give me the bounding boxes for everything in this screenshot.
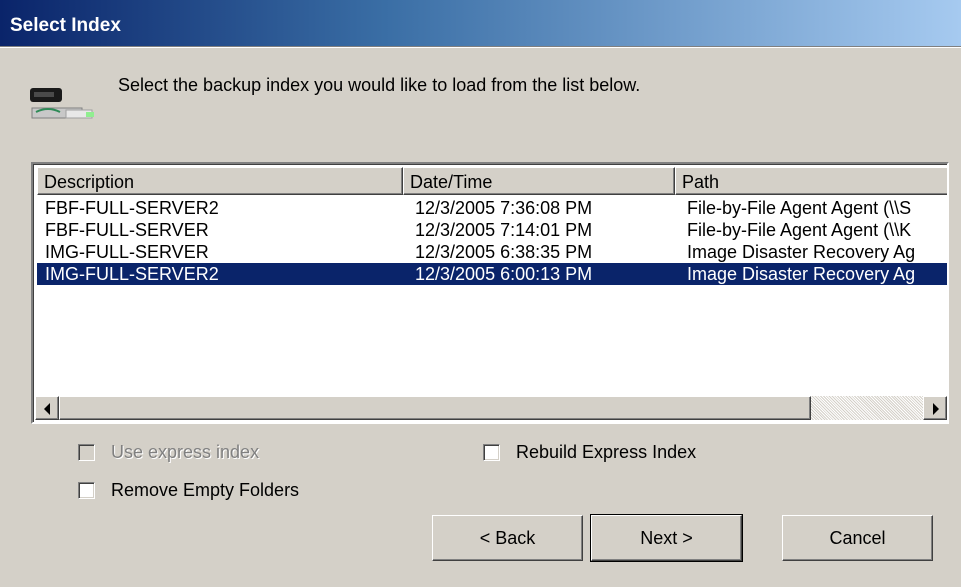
cell-path: Image Disaster Recovery Ag: [687, 242, 916, 262]
rebuild-express-index-label[interactable]: Rebuild Express Index: [516, 442, 696, 463]
cell-datetime: 12/3/2005 6:00:13 PM: [415, 264, 593, 284]
cancel-button[interactable]: Cancel: [782, 515, 933, 561]
column-header-description[interactable]: Description: [37, 167, 403, 195]
cell-path: Image Disaster Recovery Ag: [687, 264, 916, 284]
cell-description: IMG-FULL-SERVER: [45, 242, 209, 262]
rebuild-express-index-option[interactable]: Rebuild Express Index: [483, 440, 696, 464]
cell-description: FBF-FULL-SERVER2: [45, 198, 219, 218]
column-header-datetime[interactable]: Date/Time: [403, 167, 675, 195]
list-row[interactable]: FBF-FULL-SERVER2 12/3/2005 7:36:08 PM Fi…: [37, 197, 947, 219]
instruction-text: Select the backup index you would like t…: [118, 75, 641, 95]
list-header: Description Date/Time Path: [37, 167, 947, 195]
tape-drive-icon: [30, 88, 94, 119]
cell-path: File-by-File Agent Agent (\\K: [687, 220, 912, 240]
use-express-index-option: Use express index: [78, 440, 259, 464]
list-row[interactable]: IMG-FULL-SERVER 12/3/2005 6:38:35 PM Ima…: [37, 241, 947, 263]
scroll-left-button[interactable]: [35, 396, 59, 420]
arrow-right-icon: [933, 403, 939, 415]
backup-index-list[interactable]: Description Date/Time Path FBF-FULL-SERV…: [31, 162, 949, 424]
cell-datetime: 12/3/2005 6:38:35 PM: [415, 242, 593, 262]
column-header-path[interactable]: Path: [675, 167, 947, 195]
window-title: Select Index: [10, 15, 121, 36]
cell-datetime: 12/3/2005 7:36:08 PM: [415, 198, 593, 218]
remove-empty-folders-checkbox[interactable]: [78, 481, 95, 499]
cell-description: IMG-FULL-SERVER2: [45, 264, 219, 284]
scroll-right-button[interactable]: [923, 396, 947, 420]
remove-empty-folders-label[interactable]: Remove Empty Folders: [111, 480, 299, 501]
remove-empty-folders-option[interactable]: Remove Empty Folders: [78, 478, 299, 502]
list-row[interactable]: FBF-FULL-SERVER 12/3/2005 7:14:01 PM Fil…: [37, 219, 947, 241]
scrollbar-thumb[interactable]: [59, 396, 811, 420]
rebuild-express-index-checkbox[interactable]: [483, 443, 500, 461]
header-separator-highlight: [0, 47, 961, 48]
back-button[interactable]: < Back: [432, 515, 583, 561]
cell-description: FBF-FULL-SERVER: [45, 220, 209, 240]
use-express-index-checkbox: [78, 443, 95, 461]
list-row-selected[interactable]: IMG-FULL-SERVER2 12/3/2005 6:00:13 PM Im…: [37, 263, 947, 285]
cell-path: File-by-File Agent Agent (\\S: [687, 198, 912, 218]
list-rows: FBF-FULL-SERVER2 12/3/2005 7:36:08 PM Fi…: [37, 197, 947, 285]
use-express-index-label: Use express index: [111, 441, 260, 462]
next-button[interactable]: Next >: [590, 514, 743, 562]
select-index-dialog: Select Index Select the backup index you…: [0, 0, 961, 587]
title-bar: Select Index: [0, 0, 961, 46]
cell-datetime: 12/3/2005 7:14:01 PM: [415, 220, 593, 240]
arrow-left-icon: [44, 403, 50, 415]
horizontal-scrollbar[interactable]: [35, 396, 947, 420]
